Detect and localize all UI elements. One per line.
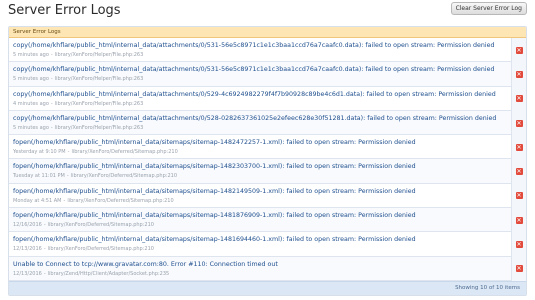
delete-entry-button[interactable]: ✕ [511, 86, 526, 111]
meta-separator: - [43, 246, 46, 253]
delete-entry-button[interactable]: ✕ [511, 183, 526, 209]
error-message-link[interactable]: Unable to Connect to tcp://www.gravatar.… [13, 260, 509, 269]
entry-time: 12/16/2016 [13, 222, 42, 229]
panel-footer: Showing 10 of 10 items [9, 281, 526, 295]
page-header: Server Error Logs Clear Server Error Log [0, 0, 535, 22]
meta-separator: - [43, 270, 46, 277]
entry-time: 12/13/2016 [13, 270, 42, 277]
entry-content: fopen(/home/khflare/public_html/internal… [9, 184, 511, 208]
error-log-entry: fopen(/home/khflare/public_html/internal… [9, 183, 526, 209]
entry-content: Unable to Connect to tcp://www.gravatar.… [9, 257, 511, 281]
meta-separator: - [43, 222, 46, 229]
delete-icon: ✕ [515, 46, 523, 54]
error-message-link[interactable]: copy(/home/khflare/public_html/internal_… [13, 114, 509, 123]
entry-time: Yesterday at 9:10 PM [13, 149, 66, 156]
delete-entry-button[interactable]: ✕ [511, 62, 526, 87]
delete-icon: ✕ [515, 265, 523, 273]
error-log-entry: copy(/home/khflare/public_html/internal_… [9, 38, 526, 63]
entry-content: fopen(/home/khflare/public_html/internal… [9, 208, 511, 232]
meta-separator: - [50, 124, 53, 131]
entry-meta: 5 minutes ago - library/XenForo/Helper/Fil… [13, 76, 509, 83]
entry-meta: 12/13/2016- library/XenForo/Deferred/Site… [13, 246, 509, 253]
entry-source: library/XenForo/Deferred/Sitemap.php:210 [47, 246, 154, 253]
entry-meta: 5 minutes ago - library/XenForo/Helper/Fil… [13, 125, 509, 132]
entry-source: library/XenForo/Deferred/Sitemap.php:210 [47, 222, 154, 229]
entry-source: library/XenForo/Deferred/Sitemap.php:210 [70, 173, 178, 180]
error-message-link[interactable]: copy(/home/khflare/public_html/internal_… [13, 41, 509, 50]
entry-content: copy(/home/khflare/public_html/internal_… [9, 62, 511, 86]
error-message-link[interactable]: copy(/home/khflare/public_html/internal_… [13, 90, 509, 99]
entry-source: library/XenForo/Deferred/Sitemap.php:210 [71, 149, 178, 156]
entry-source: library/XenForo/Helper/File.php:263 [54, 52, 144, 58]
error-log-entry: fopen(/home/khflare/public_html/internal… [9, 232, 526, 257]
entry-content: copy(/home/khflare/public_html/internal_… [9, 111, 511, 135]
error-log-entry: fopen(/home/khflare/public_html/internal… [9, 208, 526, 233]
entry-time: Tuesday at 11:01 PM [13, 173, 65, 180]
delete-icon: ✕ [515, 119, 523, 127]
delete-icon: ✕ [515, 216, 523, 224]
delete-entry-button[interactable]: ✕ [511, 135, 526, 160]
meta-separator: - [63, 197, 66, 204]
entry-time: 5 minutes ago [13, 76, 49, 83]
entry-content: copy(/home/khflare/public_html/internal_… [9, 87, 511, 111]
entry-time: Monday at 4:51 AM [13, 197, 62, 204]
error-message-link[interactable]: fopen(/home/khflare/public_html/internal… [13, 187, 509, 196]
delete-entry-button[interactable]: ✕ [511, 208, 526, 233]
entry-source: library/XenForo/Helper/File.php:263 [54, 100, 144, 107]
entry-source: library/XenForo/Helper/File.php:263 [54, 124, 144, 131]
entry-source: library/Zend/Http/Client/Adapter/Socket.… [47, 270, 170, 277]
error-log-entry: copy(/home/khflare/public_html/internal_… [9, 110, 526, 136]
delete-icon: ✕ [515, 143, 523, 151]
error-message-link[interactable]: fopen(/home/khflare/public_html/internal… [13, 138, 509, 147]
entry-meta: 4 minutes ago - library/XenForo/Helper/Fil… [13, 101, 509, 108]
meta-separator: - [50, 76, 53, 83]
error-log-entry: fopen(/home/khflare/public_html/internal… [9, 159, 526, 184]
error-log-entry: copy(/home/khflare/public_html/internal_… [9, 62, 526, 87]
entry-time: 12/13/2016 [13, 246, 42, 253]
delete-entry-button[interactable]: ✕ [511, 159, 526, 184]
meta-separator: - [50, 100, 53, 107]
meta-separator: - [50, 52, 53, 58]
error-message-link[interactable]: copy(/home/khflare/public_html/internal_… [13, 65, 509, 74]
entry-content: fopen(/home/khflare/public_html/internal… [9, 232, 511, 256]
entry-time: 5 minutes ago [13, 124, 49, 131]
error-message-link[interactable]: fopen(/home/khflare/public_html/internal… [13, 162, 509, 171]
meta-separator: - [67, 149, 70, 156]
delete-icon: ✕ [515, 192, 523, 200]
entry-meta: 5 minutes ago - library/XenForo/Helper/Fil… [13, 52, 509, 59]
entry-content: copy(/home/khflare/public_html/internal_… [9, 38, 511, 62]
delete-entry-button[interactable]: ✕ [511, 38, 526, 63]
error-log-entry: fopen(/home/khflare/public_html/internal… [9, 135, 526, 160]
delete-entry-button[interactable]: ✕ [511, 232, 526, 257]
delete-entry-button[interactable]: ✕ [511, 256, 526, 281]
entry-source: library/XenForo/Helper/File.php:263 [54, 76, 144, 83]
entry-content: fopen(/home/khflare/public_html/internal… [9, 159, 511, 183]
error-log-entry: copy(/home/khflare/public_html/internal_… [9, 86, 526, 111]
entry-meta: 12/16/2016- library/XenForo/Deferred/Site… [13, 222, 509, 229]
error-log-panel: Server Error Logs copy(/home/khflare/pub… [8, 26, 527, 296]
entry-content: fopen(/home/khflare/public_html/internal… [9, 135, 511, 159]
clear-error-log-button[interactable]: Clear Server Error Log [450, 2, 527, 15]
error-message-link[interactable]: fopen(/home/khflare/public_html/internal… [13, 235, 509, 244]
entry-meta: Tuesday at 11:01 PM - library/XenForo/Defe… [13, 173, 509, 180]
error-log-entry: Unable to Connect to tcp://www.gravatar.… [9, 256, 526, 281]
entry-meta: Monday at 4:51 AM - library/XenForo/Deferr… [13, 198, 509, 205]
entry-meta: 12/13/2016- library/Zend/Http/Client/Adap… [13, 271, 509, 278]
delete-entry-button[interactable]: ✕ [511, 110, 526, 136]
entry-source: library/XenForo/Deferred/Sitemap.php:210 [67, 197, 174, 204]
page-title: Server Error Logs [8, 3, 121, 18]
entry-time: 5 minutes ago [13, 52, 49, 58]
entry-meta: Yesterday at 9:10 PM - library/XenForo/Def… [13, 149, 509, 156]
meta-separator: - [66, 173, 69, 180]
panel-header: Server Error Logs [9, 27, 526, 38]
delete-icon: ✕ [515, 95, 523, 103]
entry-time: 4 minutes ago [13, 100, 49, 107]
delete-icon: ✕ [515, 70, 523, 78]
delete-icon: ✕ [515, 241, 523, 249]
error-log-list: copy(/home/khflare/public_html/internal_… [9, 38, 526, 281]
delete-icon: ✕ [515, 168, 523, 176]
error-message-link[interactable]: fopen(/home/khflare/public_html/internal… [13, 211, 509, 220]
